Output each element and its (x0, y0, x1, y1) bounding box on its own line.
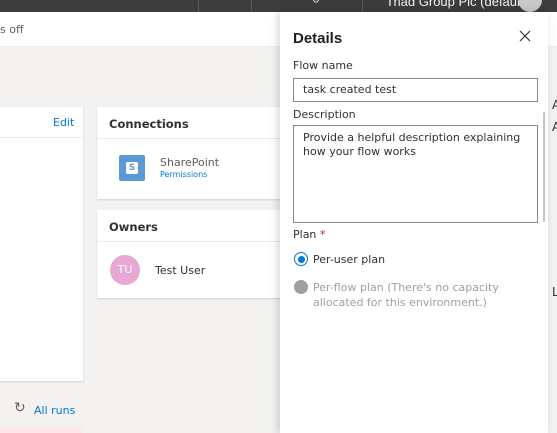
owners-title: Owners (109, 220, 158, 234)
edge-text: A (552, 120, 557, 134)
sharepoint-icon: S (119, 155, 145, 181)
gear-icon[interactable]: ⚙ (312, 0, 322, 6)
per-flow-plan-label[interactable]: Per-flow plan (There's no capacity alloc… (313, 280, 539, 310)
close-icon[interactable] (518, 29, 532, 43)
per-user-plan-radio[interactable] (294, 252, 308, 266)
connections-card: Connections S SharePoint Permissions (97, 107, 287, 199)
flow-name-input[interactable]: task created test (293, 78, 538, 102)
flow-name-label: Flow name (293, 59, 353, 72)
owners-card: Owners TU Test User (97, 210, 287, 298)
app-header: ⚙ Triad Group Plc (default) (0, 0, 557, 12)
per-flow-plan-radio[interactable] (294, 280, 308, 294)
card-divider (97, 241, 287, 242)
owner-avatar: TU (110, 255, 140, 285)
edit-link[interactable]: Edit (53, 116, 74, 129)
edge-text: L (552, 285, 557, 299)
turn-off-label[interactable]: s off (0, 23, 24, 36)
details-panel: Details Flow name task created test Desc… (280, 12, 548, 433)
edge-text: A (552, 98, 557, 112)
owner-name: Test User (155, 264, 206, 277)
card-divider (0, 137, 83, 138)
plan-label: Plan * (293, 228, 325, 241)
user-avatar[interactable] (518, 0, 542, 12)
sharepoint-glyph: S (126, 162, 138, 174)
panel-scrollbar[interactable] (543, 112, 545, 222)
connection-name: SharePoint (160, 156, 220, 169)
failed-run-row (0, 427, 83, 433)
runs-section: ↻ All runs (0, 395, 83, 433)
card-divider (97, 138, 287, 139)
plan-label-text: Plan (293, 228, 317, 241)
refresh-icon[interactable]: ↻ (14, 401, 28, 415)
panel-title: Details (293, 30, 343, 47)
tenant-name[interactable]: Triad Group Plc (default) (386, 0, 528, 9)
required-indicator: * (319, 228, 326, 241)
description-textarea[interactable]: Provide a helpful description explaining… (293, 125, 538, 223)
per-user-plan-label[interactable]: Per-user plan (313, 252, 385, 267)
header-divider (251, 0, 252, 12)
permissions-link[interactable]: Permissions (160, 170, 207, 179)
connections-title: Connections (109, 117, 189, 131)
description-label: Description (293, 108, 356, 121)
flow-details-card: Edit (0, 107, 83, 381)
header-divider (198, 0, 199, 12)
header-divider (362, 0, 363, 12)
all-runs-link[interactable]: All runs (34, 404, 75, 417)
